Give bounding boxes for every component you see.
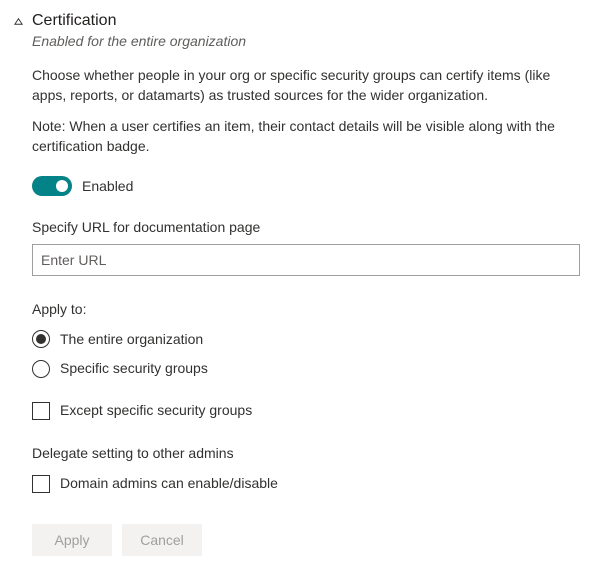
checkbox-except-groups-label: Except specific security groups [60, 401, 252, 421]
delegate-label: Delegate setting to other admins [32, 444, 583, 464]
section-subtitle: Enabled for the entire organization [32, 32, 583, 52]
documentation-url-input[interactable] [32, 244, 580, 276]
checkbox-domain-admins-label: Domain admins can enable/disable [60, 474, 278, 494]
apply-to-label: Apply to: [32, 300, 583, 320]
checkbox-except-groups[interactable] [32, 402, 50, 420]
checkbox-domain-admins[interactable] [32, 475, 50, 493]
enabled-toggle[interactable] [32, 176, 72, 196]
radio-specific-groups-label: Specific security groups [60, 359, 208, 379]
section-note: Note: When a user certifies an item, the… [32, 117, 580, 156]
enabled-toggle-label: Enabled [82, 177, 133, 197]
radio-entire-org[interactable] [32, 330, 50, 348]
section-title: Certification [32, 10, 116, 32]
cancel-button[interactable]: Cancel [122, 524, 202, 556]
apply-button[interactable]: Apply [32, 524, 112, 556]
url-field-label: Specify URL for documentation page [32, 218, 583, 238]
radio-specific-groups[interactable] [32, 360, 50, 378]
radio-entire-org-label: The entire organization [60, 330, 203, 350]
section-description: Choose whether people in your org or spe… [32, 66, 580, 105]
collapse-toggle-icon[interactable] [10, 13, 26, 29]
